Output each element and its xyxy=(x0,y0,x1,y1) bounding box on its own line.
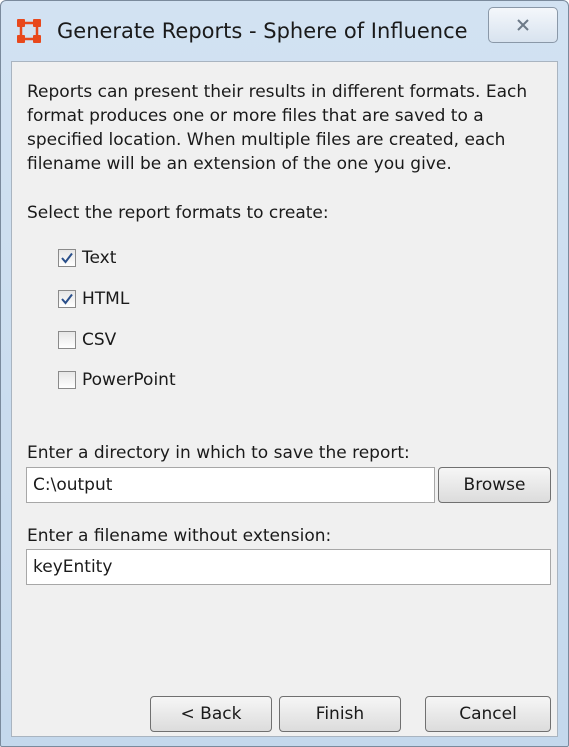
window-title: Generate Reports - Sphere of Influence xyxy=(57,19,468,43)
checkbox-powerpoint-label: PowerPoint xyxy=(82,370,176,390)
checkbox-powerpoint[interactable]: PowerPoint xyxy=(58,368,176,392)
checkbox-html-box[interactable] xyxy=(58,290,76,308)
network-app-icon xyxy=(17,19,41,43)
directory-input[interactable] xyxy=(26,467,435,503)
checkbox-html-label: HTML xyxy=(82,289,130,309)
dialog-content: Reports can present their results in dif… xyxy=(11,61,558,737)
directory-label: Enter a directory in which to save the r… xyxy=(27,443,410,463)
checkmark-icon xyxy=(61,293,73,305)
close-button[interactable] xyxy=(488,7,558,43)
browse-button[interactable]: Browse xyxy=(438,467,551,503)
title-bar[interactable]: Generate Reports - Sphere of Influence xyxy=(1,1,568,61)
back-button[interactable]: < Back xyxy=(150,696,272,732)
dialog-window: Generate Reports - Sphere of Influence R… xyxy=(0,0,569,747)
finish-button[interactable]: Finish xyxy=(279,696,401,732)
checkbox-powerpoint-box[interactable] xyxy=(58,371,76,389)
checkbox-csv[interactable]: CSV xyxy=(58,328,116,352)
description-text: Reports can present their results in dif… xyxy=(27,82,528,174)
checkbox-text-label: Text xyxy=(82,248,117,268)
checkmark-icon xyxy=(61,252,73,264)
checkbox-csv-box[interactable] xyxy=(58,331,76,349)
checkbox-text-box[interactable] xyxy=(58,249,76,267)
cancel-button[interactable]: Cancel xyxy=(425,696,551,732)
checkbox-html[interactable]: HTML xyxy=(58,287,129,311)
filename-label: Enter a filename without extension: xyxy=(27,526,332,546)
checkbox-csv-label: CSV xyxy=(82,330,117,350)
filename-input[interactable] xyxy=(26,549,551,585)
close-icon xyxy=(517,19,529,31)
formats-label: Select the report formats to create: xyxy=(27,203,329,223)
checkbox-text[interactable]: Text xyxy=(58,246,116,270)
